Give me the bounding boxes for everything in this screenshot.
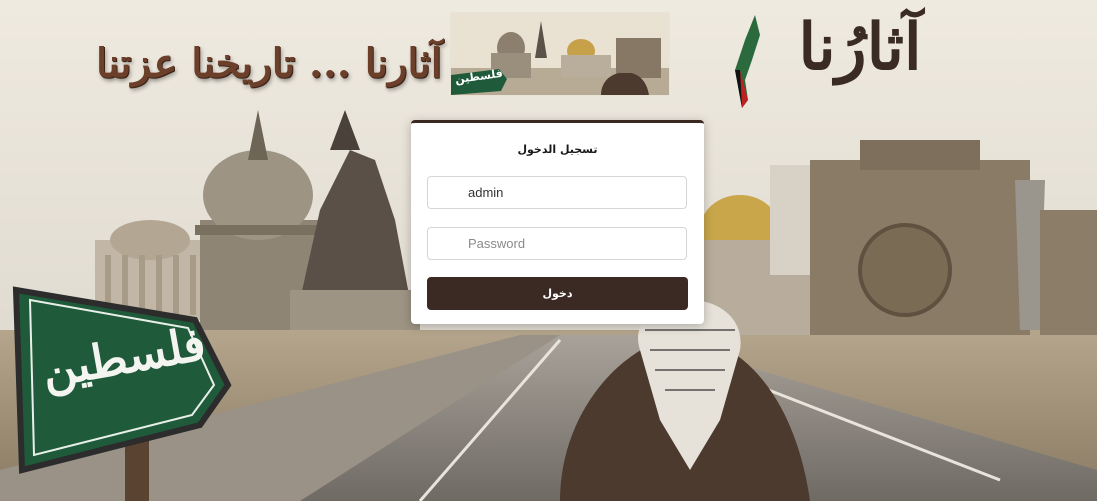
login-button[interactable]: دخول [427,277,688,310]
username-input[interactable] [427,176,687,209]
site-logo: آثارُنا [798,10,922,85]
password-input[interactable] [427,227,687,260]
login-card: تسجيل الدخول دخول [411,120,704,324]
login-title: تسجيل الدخول [517,143,598,156]
slogan-heading: آثارنا ... تاريخنا عزتنا [96,40,442,87]
